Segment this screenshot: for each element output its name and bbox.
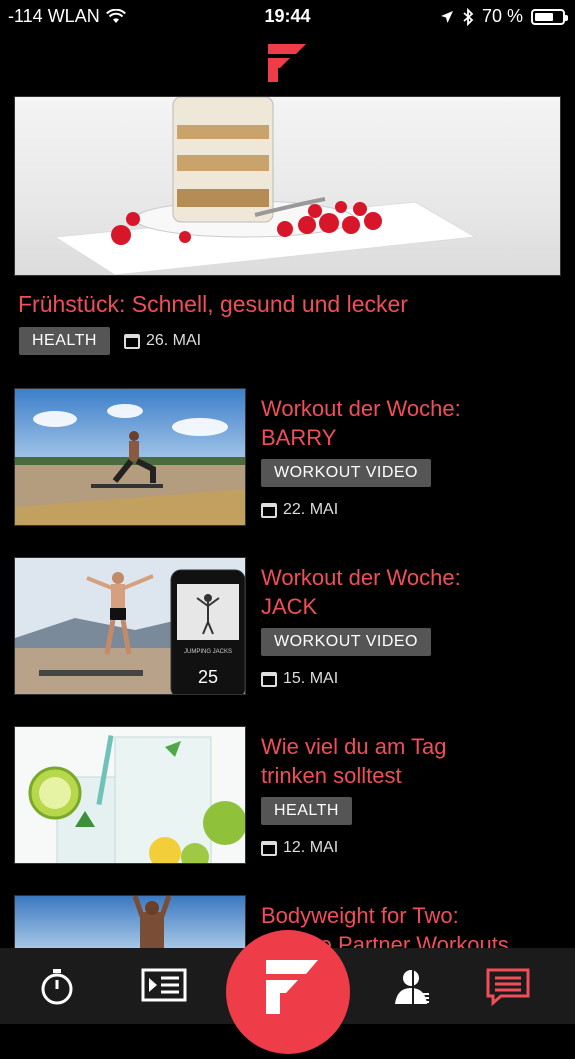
calendar-icon xyxy=(261,840,277,856)
category-tag[interactable]: HEALTH xyxy=(261,797,352,825)
hero-article-title[interactable]: Frühstück: Schnell, gesund und lecker xyxy=(18,291,408,318)
title-line: trinken solltest xyxy=(261,763,402,788)
outdoor-workout-image xyxy=(15,389,245,525)
date-label: 26. MAI xyxy=(123,332,202,350)
date-text: 15. MAI xyxy=(283,670,339,687)
title-line: Workout der Woche: xyxy=(261,396,461,421)
battery-icon xyxy=(531,8,568,25)
video-list-icon[interactable] xyxy=(141,966,187,1006)
article-title[interactable]: Workout der Woche: JACK xyxy=(261,563,561,621)
jumping-jacks-image: JUMPING JACKS 25 xyxy=(15,558,245,694)
title-line: JACK xyxy=(261,594,318,619)
category-tag[interactable]: WORKOUT VIDEO xyxy=(261,628,431,656)
battery-percent: 70 % xyxy=(481,6,523,26)
title-line: Workout der Woche: xyxy=(261,565,461,590)
freeletics-logo-button[interactable] xyxy=(226,930,350,1054)
article-thumbnail[interactable]: JUMPING JACKS 25 xyxy=(14,557,246,695)
parfait-illustration xyxy=(53,97,477,275)
bluetooth-icon xyxy=(463,7,474,26)
calendar-icon xyxy=(261,502,277,518)
date-label: 15. MAI xyxy=(261,670,338,688)
bodyweight-image xyxy=(15,896,245,954)
calendar-icon xyxy=(261,671,277,687)
title-line: Wie viel du am Tag xyxy=(261,734,447,759)
article-thumbnail[interactable] xyxy=(14,726,246,864)
category-tag[interactable]: HEALTH xyxy=(19,327,110,355)
hero-meta: HEALTH 26. MAI xyxy=(19,327,201,355)
news-feed-icon[interactable] xyxy=(485,966,531,1006)
freeletics-logo-icon xyxy=(266,960,318,1014)
lime-water-image xyxy=(15,727,245,863)
calendar-icon xyxy=(123,333,140,349)
date-text: 22. MAI xyxy=(283,501,339,518)
hero-article-image[interactable] xyxy=(14,96,561,276)
article-thumbnail[interactable] xyxy=(14,388,246,526)
title-line: Bodyweight for Two: xyxy=(261,903,459,928)
date-label: 22. MAI xyxy=(261,501,338,519)
location-icon xyxy=(440,10,453,23)
article-title[interactable]: Wie viel du am Tag trinken solltest xyxy=(261,732,561,790)
phone-exercise-label: JUMPING JACKS xyxy=(184,649,232,655)
phone-rep-counter: 25 xyxy=(198,667,218,687)
coach-profile-icon[interactable] xyxy=(391,966,433,1006)
title-line: BARRY xyxy=(261,425,337,450)
stopwatch-icon[interactable] xyxy=(37,966,77,1006)
article-thumbnail[interactable] xyxy=(14,895,246,955)
status-bar: -114 WLAN 19:44 70 % xyxy=(0,0,575,34)
status-right: 70 % xyxy=(440,6,568,27)
date-label: 12. MAI xyxy=(261,839,338,857)
date-text: 12. MAI xyxy=(283,839,339,856)
date-text: 26. MAI xyxy=(145,332,202,349)
article-title[interactable]: Workout der Woche: BARRY xyxy=(261,394,561,452)
app-logo-icon[interactable] xyxy=(266,42,308,84)
category-tag[interactable]: WORKOUT VIDEO xyxy=(261,459,431,487)
